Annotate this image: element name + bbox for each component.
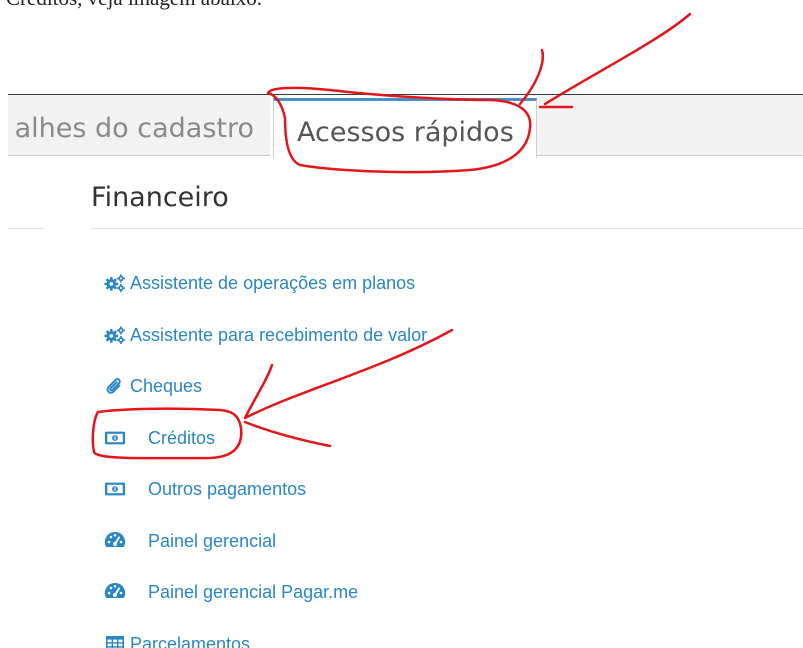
link-painel-gerencial[interactable]: Painel gerencial <box>104 526 276 556</box>
screenshot-stage: Créditos, veja imagem abaixo. alhes do c… <box>0 0 803 648</box>
money-icon <box>104 427 126 449</box>
dashboard-icon <box>104 530 126 552</box>
money-icon <box>104 478 126 500</box>
tab-label: alhes do cadastro <box>14 113 254 144</box>
link-assistente-recebimento-valor[interactable]: Assistente para recebimento de valor <box>104 320 427 350</box>
cogs-icon <box>104 324 126 346</box>
list-item: Assistente de operações em planos <box>104 268 427 320</box>
link-outros-pagamentos[interactable]: Outros pagamentos <box>104 474 306 504</box>
link-label: Parcelamentos <box>130 633 251 648</box>
table-icon <box>104 633 126 648</box>
paperclip-icon <box>104 375 126 397</box>
list-item: Painel gerencial <box>104 526 427 578</box>
list-item: Outros pagamentos <box>104 474 427 526</box>
link-label: Outros pagamentos <box>148 479 307 499</box>
cogs-icon <box>104 272 126 294</box>
divider <box>8 228 44 229</box>
quick-links-list: Assistente de operações em planos Assist… <box>104 268 427 648</box>
link-label: Painel gerencial Pagar.me <box>148 582 359 602</box>
link-label: Painel gerencial <box>148 530 277 551</box>
list-item: Parcelamentos <box>104 629 427 648</box>
link-painel-gerencial-pagarme[interactable]: Painel gerencial Pagar.me <box>104 577 358 607</box>
link-assistente-operacoes-planos[interactable]: Assistente de operações em planos <box>104 268 415 298</box>
link-cheques[interactable]: Cheques <box>104 371 202 401</box>
link-label: Cheques <box>130 376 203 396</box>
link-label: Créditos <box>148 427 216 448</box>
caption-text: Créditos, veja imagem abaixo. <box>6 0 262 11</box>
section-title: Financeiro <box>91 182 229 213</box>
tab-bar-filler <box>537 95 803 156</box>
divider <box>91 228 803 229</box>
link-label: Assistente para recebimento de valor <box>130 324 428 345</box>
list-item: Painel gerencial Pagar.me <box>104 577 427 629</box>
link-creditos[interactable]: Créditos <box>104 423 215 453</box>
tab-detalhes-do-cadastro[interactable]: alhes do cadastro <box>8 95 270 156</box>
list-item: Créditos <box>104 423 427 475</box>
tab-acessos-rapidos[interactable]: Acessos rápidos <box>273 98 537 158</box>
link-label: Assistente de operações em planos <box>130 273 416 293</box>
list-item: Assistente para recebimento de valor <box>104 320 427 372</box>
dashboard-icon <box>104 581 126 603</box>
link-parcelamentos[interactable]: Parcelamentos <box>104 629 250 648</box>
list-item: Cheques <box>104 371 427 423</box>
tab-label: Acessos rápidos <box>297 117 514 148</box>
